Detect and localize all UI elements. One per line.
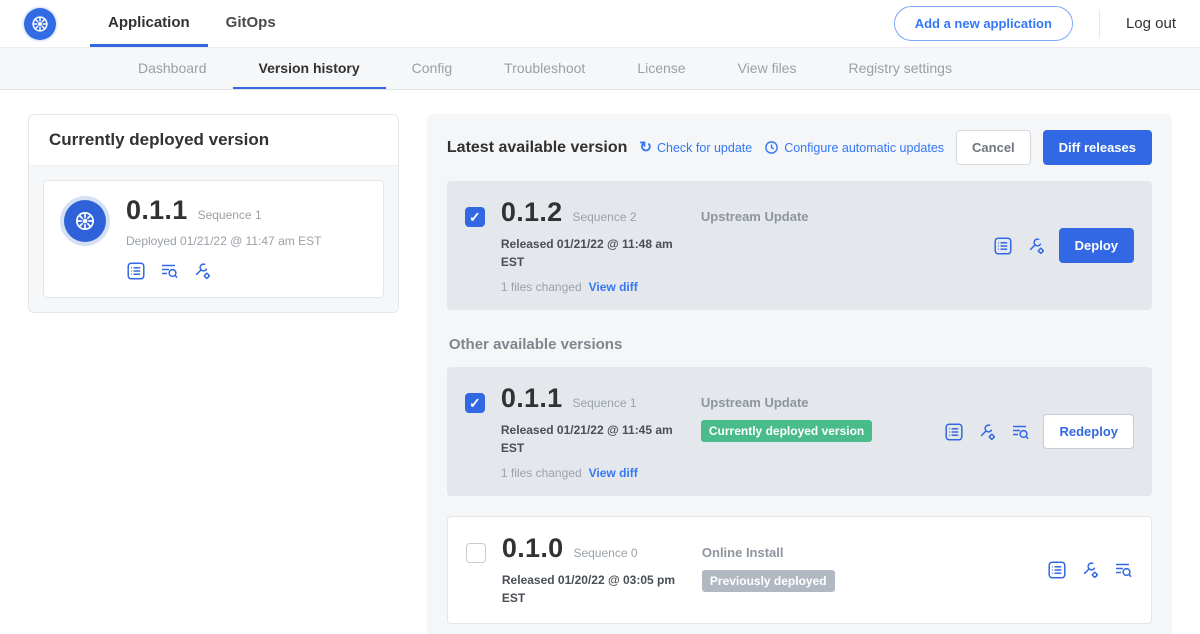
version-row: 0.1.1 Sequence 1 Released 01/21/22 @ 11:… bbox=[447, 367, 1152, 496]
deployed-timestamp: Deployed 01/21/22 @ 11:47 am EST bbox=[126, 234, 321, 248]
sequence-label: Sequence 0 bbox=[573, 546, 637, 560]
currently-deployed-badge: Currently deployed version bbox=[701, 420, 872, 442]
deployed-card-body: 0.1.1 Sequence 1 Deployed 01/21/22 @ 11:… bbox=[29, 165, 398, 312]
release-notes-icon[interactable] bbox=[126, 261, 146, 281]
deployed-sequence-label: Sequence 1 bbox=[198, 208, 262, 222]
sequence-label: Sequence 2 bbox=[572, 210, 636, 224]
edit-config-icon[interactable] bbox=[1080, 560, 1100, 580]
tab-view-files[interactable]: View files bbox=[712, 48, 823, 89]
version-source-label: Upstream Update bbox=[701, 209, 909, 224]
version-checkbox[interactable] bbox=[466, 543, 486, 563]
deployed-version-card: 0.1.1 Sequence 1 Deployed 01/21/22 @ 11:… bbox=[43, 180, 384, 298]
version-checkbox[interactable] bbox=[465, 393, 485, 413]
edit-config-icon[interactable] bbox=[192, 261, 212, 281]
redeploy-button[interactable]: Redeploy bbox=[1043, 414, 1134, 449]
diff-releases-button[interactable]: Diff releases bbox=[1043, 130, 1152, 165]
tab-troubleshoot[interactable]: Troubleshoot bbox=[478, 48, 611, 89]
version-checkbox[interactable] bbox=[465, 207, 485, 227]
deploy-button[interactable]: Deploy bbox=[1059, 228, 1134, 263]
files-changed-label: 1 files changed bbox=[501, 466, 582, 480]
app-subnav: Dashboard Version history Config Trouble… bbox=[0, 48, 1200, 90]
deployed-card-title: Currently deployed version bbox=[29, 115, 398, 165]
sequence-label: Sequence 1 bbox=[572, 396, 636, 410]
add-application-button[interactable]: Add a new application bbox=[894, 6, 1073, 41]
tab-config[interactable]: Config bbox=[386, 48, 478, 89]
preflight-checks-icon[interactable] bbox=[1010, 422, 1030, 442]
previously-deployed-badge: Previously deployed bbox=[702, 570, 835, 592]
clock-icon bbox=[764, 140, 779, 155]
preflight-checks-icon[interactable] bbox=[1113, 560, 1133, 580]
version-number: 0.1.2 bbox=[501, 197, 563, 228]
refresh-icon: ↻ bbox=[639, 140, 652, 155]
latest-version-title: Latest available version bbox=[447, 139, 628, 157]
version-number: 0.1.0 bbox=[502, 533, 564, 564]
view-diff-link[interactable]: View diff bbox=[589, 466, 638, 480]
other-versions-title: Other available versions bbox=[449, 336, 1152, 353]
edit-config-icon[interactable] bbox=[977, 422, 997, 442]
release-notes-icon[interactable] bbox=[1047, 560, 1067, 580]
logout-button[interactable]: Log out bbox=[1099, 10, 1176, 38]
version-row: 0.1.2 Sequence 2 Released 01/21/22 @ 11:… bbox=[447, 181, 1152, 310]
version-row: 0.1.0 Sequence 0 Released 01/20/22 @ 03:… bbox=[447, 516, 1152, 624]
preflight-checks-icon[interactable] bbox=[159, 261, 179, 281]
tab-gitops[interactable]: GitOps bbox=[208, 0, 294, 47]
released-timestamp: Released 01/20/22 @ 03:05 pm EST bbox=[502, 571, 684, 607]
currently-deployed-card: Currently deployed version 0.1.1 Sequen bbox=[28, 114, 399, 313]
cancel-button[interactable]: Cancel bbox=[956, 130, 1031, 165]
version-number: 0.1.1 bbox=[501, 383, 563, 414]
version-source-label: Upstream Update bbox=[701, 395, 909, 410]
configure-automatic-updates-link[interactable]: Configure automatic updates bbox=[764, 140, 944, 155]
tab-dashboard[interactable]: Dashboard bbox=[112, 48, 233, 89]
kubernetes-logo-icon bbox=[24, 8, 56, 40]
top-bar: Application GitOps Add a new application… bbox=[0, 0, 1200, 48]
files-changed-label: 1 files changed bbox=[501, 280, 582, 294]
check-for-update-link[interactable]: ↻ Check for update bbox=[639, 140, 752, 155]
tab-application[interactable]: Application bbox=[90, 0, 208, 47]
released-timestamp: Released 01/21/22 @ 11:45 am EST bbox=[501, 421, 683, 457]
deployed-version-number: 0.1.1 bbox=[126, 195, 188, 226]
edit-config-icon[interactable] bbox=[1026, 236, 1046, 256]
tab-license[interactable]: License bbox=[611, 48, 711, 89]
release-notes-icon[interactable] bbox=[944, 422, 964, 442]
released-timestamp: Released 01/21/22 @ 11:48 am EST bbox=[501, 235, 683, 271]
version-history-panel: Latest available version ↻ Check for upd… bbox=[427, 114, 1172, 634]
app-kubernetes-icon bbox=[64, 200, 106, 242]
tab-version-history[interactable]: Version history bbox=[233, 48, 386, 89]
version-source-label: Online Install bbox=[702, 545, 910, 560]
view-diff-link[interactable]: View diff bbox=[589, 280, 638, 294]
release-notes-icon[interactable] bbox=[993, 236, 1013, 256]
main-content: Currently deployed version 0.1.1 Sequen bbox=[0, 90, 1200, 634]
tab-registry-settings[interactable]: Registry settings bbox=[822, 48, 977, 89]
